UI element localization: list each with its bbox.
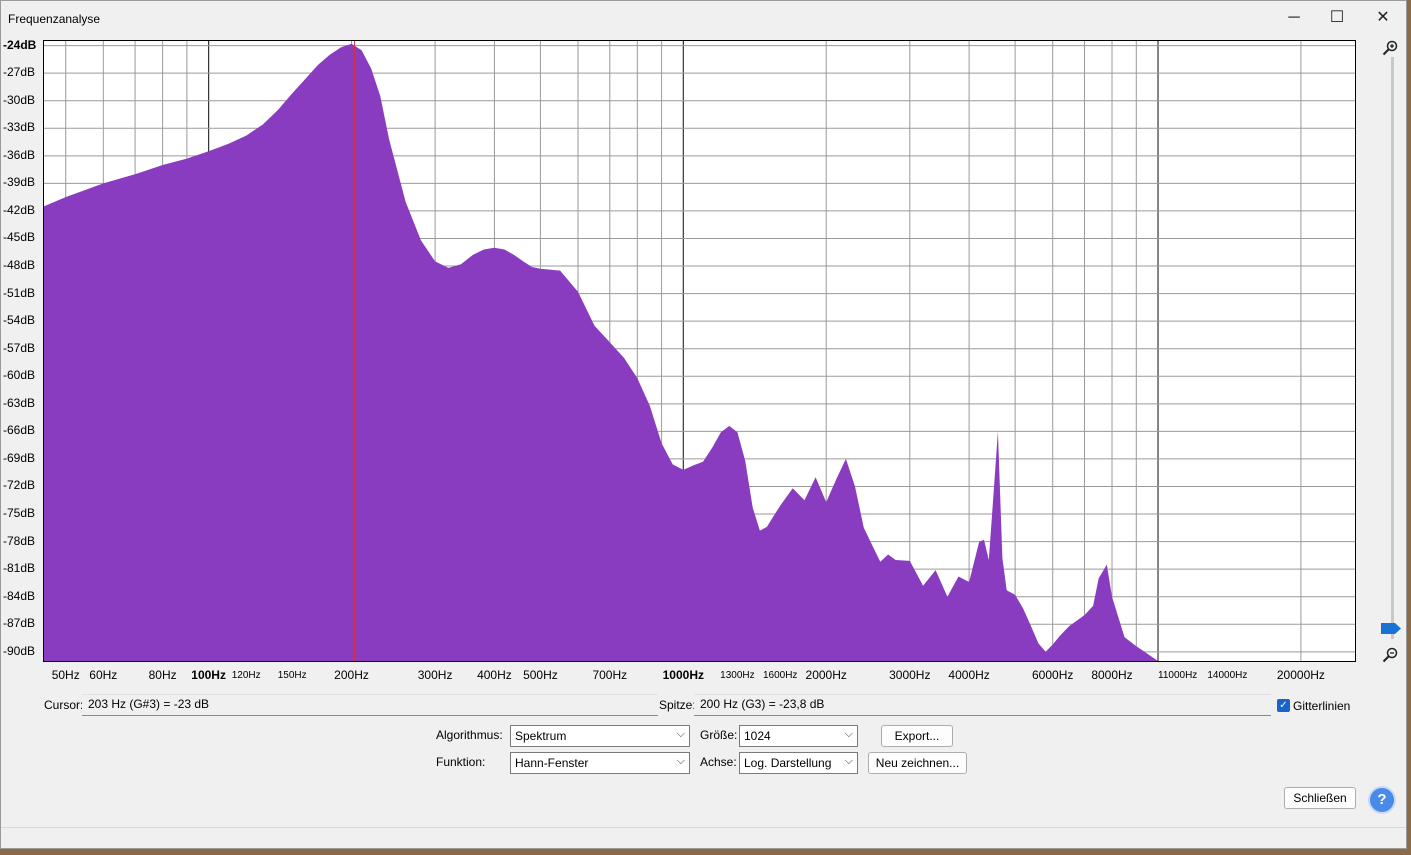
y-tick-label: -57dB <box>3 340 36 355</box>
x-tick-label: 80Hz <box>148 668 177 682</box>
chevron-down-icon: ⌵ <box>844 755 853 767</box>
y-tick-label: -81dB <box>3 561 36 576</box>
y-tick-label: -72dB <box>3 478 36 493</box>
axis-select[interactable]: Log. Darstellung ⌵ <box>739 752 858 774</box>
window-title: Frequenzanalyse <box>8 12 101 26</box>
x-tick-label: 3000Hz <box>889 668 931 682</box>
zoom-in-icon[interactable] <box>1382 40 1398 56</box>
y-tick-label: -51dB <box>3 285 36 300</box>
zoom-slider-thumb[interactable] <box>1381 623 1401 634</box>
y-tick-label: -78dB <box>3 533 36 548</box>
y-tick-label: -30dB <box>3 92 36 107</box>
gridlines-label: Gitterlinien <box>1293 699 1351 713</box>
y-tick-label: -42dB <box>3 202 36 217</box>
x-tick-label: 400Hz <box>477 668 512 682</box>
y-tick-label: -45dB <box>3 230 36 245</box>
spectrum-chart <box>44 41 1355 661</box>
y-tick-label: -33dB <box>3 120 36 135</box>
spectrum-plot[interactable] <box>43 40 1356 662</box>
y-tick-label: -75dB <box>3 506 36 521</box>
x-tick-label: 700Hz <box>592 668 628 682</box>
y-tick-label: -48dB <box>3 258 36 273</box>
x-tick-label: 4000Hz <box>948 668 990 682</box>
chevron-down-icon: ⌵ <box>676 728 685 740</box>
x-tick-label: 200Hz <box>334 668 369 682</box>
y-tick-label: -39dB <box>3 175 36 190</box>
close-button[interactable]: Schließen <box>1284 787 1356 809</box>
zoom-out-icon[interactable] <box>1382 647 1398 663</box>
peak-readout: 200 Hz (G3) = -23,8 dB <box>694 694 1271 716</box>
x-tick-label: 1000Hz <box>662 668 704 682</box>
y-tick-label: -63dB <box>3 395 36 410</box>
x-tick-label: 300Hz <box>417 668 453 682</box>
x-tick-label: 60Hz <box>89 668 118 682</box>
axis-label: Achse: <box>700 755 737 769</box>
y-tick-label: -54dB <box>3 313 36 328</box>
frequency-analysis-window: Frequenzanalyse ─ ☐ ✕ -24dB -27dB -30dB -33… <box>0 0 1407 849</box>
cursor-readout: 203 Hz (G#3) = -23 dB <box>82 694 658 716</box>
y-tick-label: -87dB <box>3 616 36 631</box>
function-label: Funktion: <box>436 755 486 769</box>
cursor-label: Cursor: <box>44 698 84 712</box>
maximize-button[interactable]: ☐ <box>1314 3 1360 33</box>
title-bar: Frequenzanalyse ─ ☐ ✕ <box>1 1 1406 35</box>
status-bar-divider <box>1 827 1406 828</box>
export-button[interactable]: Export... <box>881 725 953 747</box>
redraw-button[interactable]: Neu zeichnen... <box>868 752 967 774</box>
function-select[interactable]: Hann-Fenster ⌵ <box>510 752 690 774</box>
close-window-button[interactable]: ✕ <box>1360 3 1406 33</box>
chevron-down-icon: ⌵ <box>844 728 853 740</box>
minimize-button[interactable]: ─ <box>1271 3 1317 33</box>
x-tick-label: 120Hz <box>231 670 261 681</box>
x-tick-label: 100Hz <box>191 668 226 682</box>
algorithm-select[interactable]: Spektrum ⌵ <box>510 725 690 747</box>
y-tick-label: -24dB <box>3 37 37 52</box>
zoom-slider-track[interactable] <box>1391 57 1394 639</box>
y-tick-label: -60dB <box>3 368 36 383</box>
algorithm-value: Spektrum <box>515 729 567 743</box>
y-tick-label: -90dB <box>3 643 36 658</box>
x-tick-label: 1300Hz <box>720 670 755 681</box>
x-tick-label: 14000Hz <box>1207 670 1248 681</box>
function-value: Hann-Fenster <box>515 756 589 770</box>
x-tick-label: 8000Hz <box>1091 668 1133 682</box>
algorithm-label: Algorithmus: <box>436 728 503 742</box>
help-button[interactable]: ? <box>1368 786 1396 814</box>
size-label: Größe: <box>700 728 738 742</box>
x-tick-label: 2000Hz <box>805 668 847 682</box>
peak-label: Spitze: <box>659 698 696 712</box>
gridlines-checkbox[interactable]: ✓ <box>1277 699 1290 712</box>
x-tick-label: 150Hz <box>277 670 307 681</box>
y-tick-label: -84dB <box>3 588 36 603</box>
x-tick-label: 500Hz <box>523 668 558 682</box>
size-value: 1024 <box>744 729 771 743</box>
chevron-down-icon: ⌵ <box>676 755 685 767</box>
y-tick-label: -66dB <box>3 423 36 438</box>
x-tick-label: 1600Hz <box>762 670 798 681</box>
x-tick-label: 11000Hz <box>1158 670 1198 681</box>
y-tick-label: -36dB <box>3 147 36 162</box>
x-tick-label: 6000Hz <box>1032 668 1074 682</box>
y-tick-label: -27dB <box>3 65 36 80</box>
y-tick-label: -69dB <box>3 450 36 465</box>
x-tick-label: 50Hz <box>51 668 80 682</box>
axis-value: Log. Darstellung <box>744 756 832 770</box>
size-select[interactable]: 1024 ⌵ <box>739 725 858 747</box>
x-tick-label: 20000Hz <box>1276 668 1325 682</box>
